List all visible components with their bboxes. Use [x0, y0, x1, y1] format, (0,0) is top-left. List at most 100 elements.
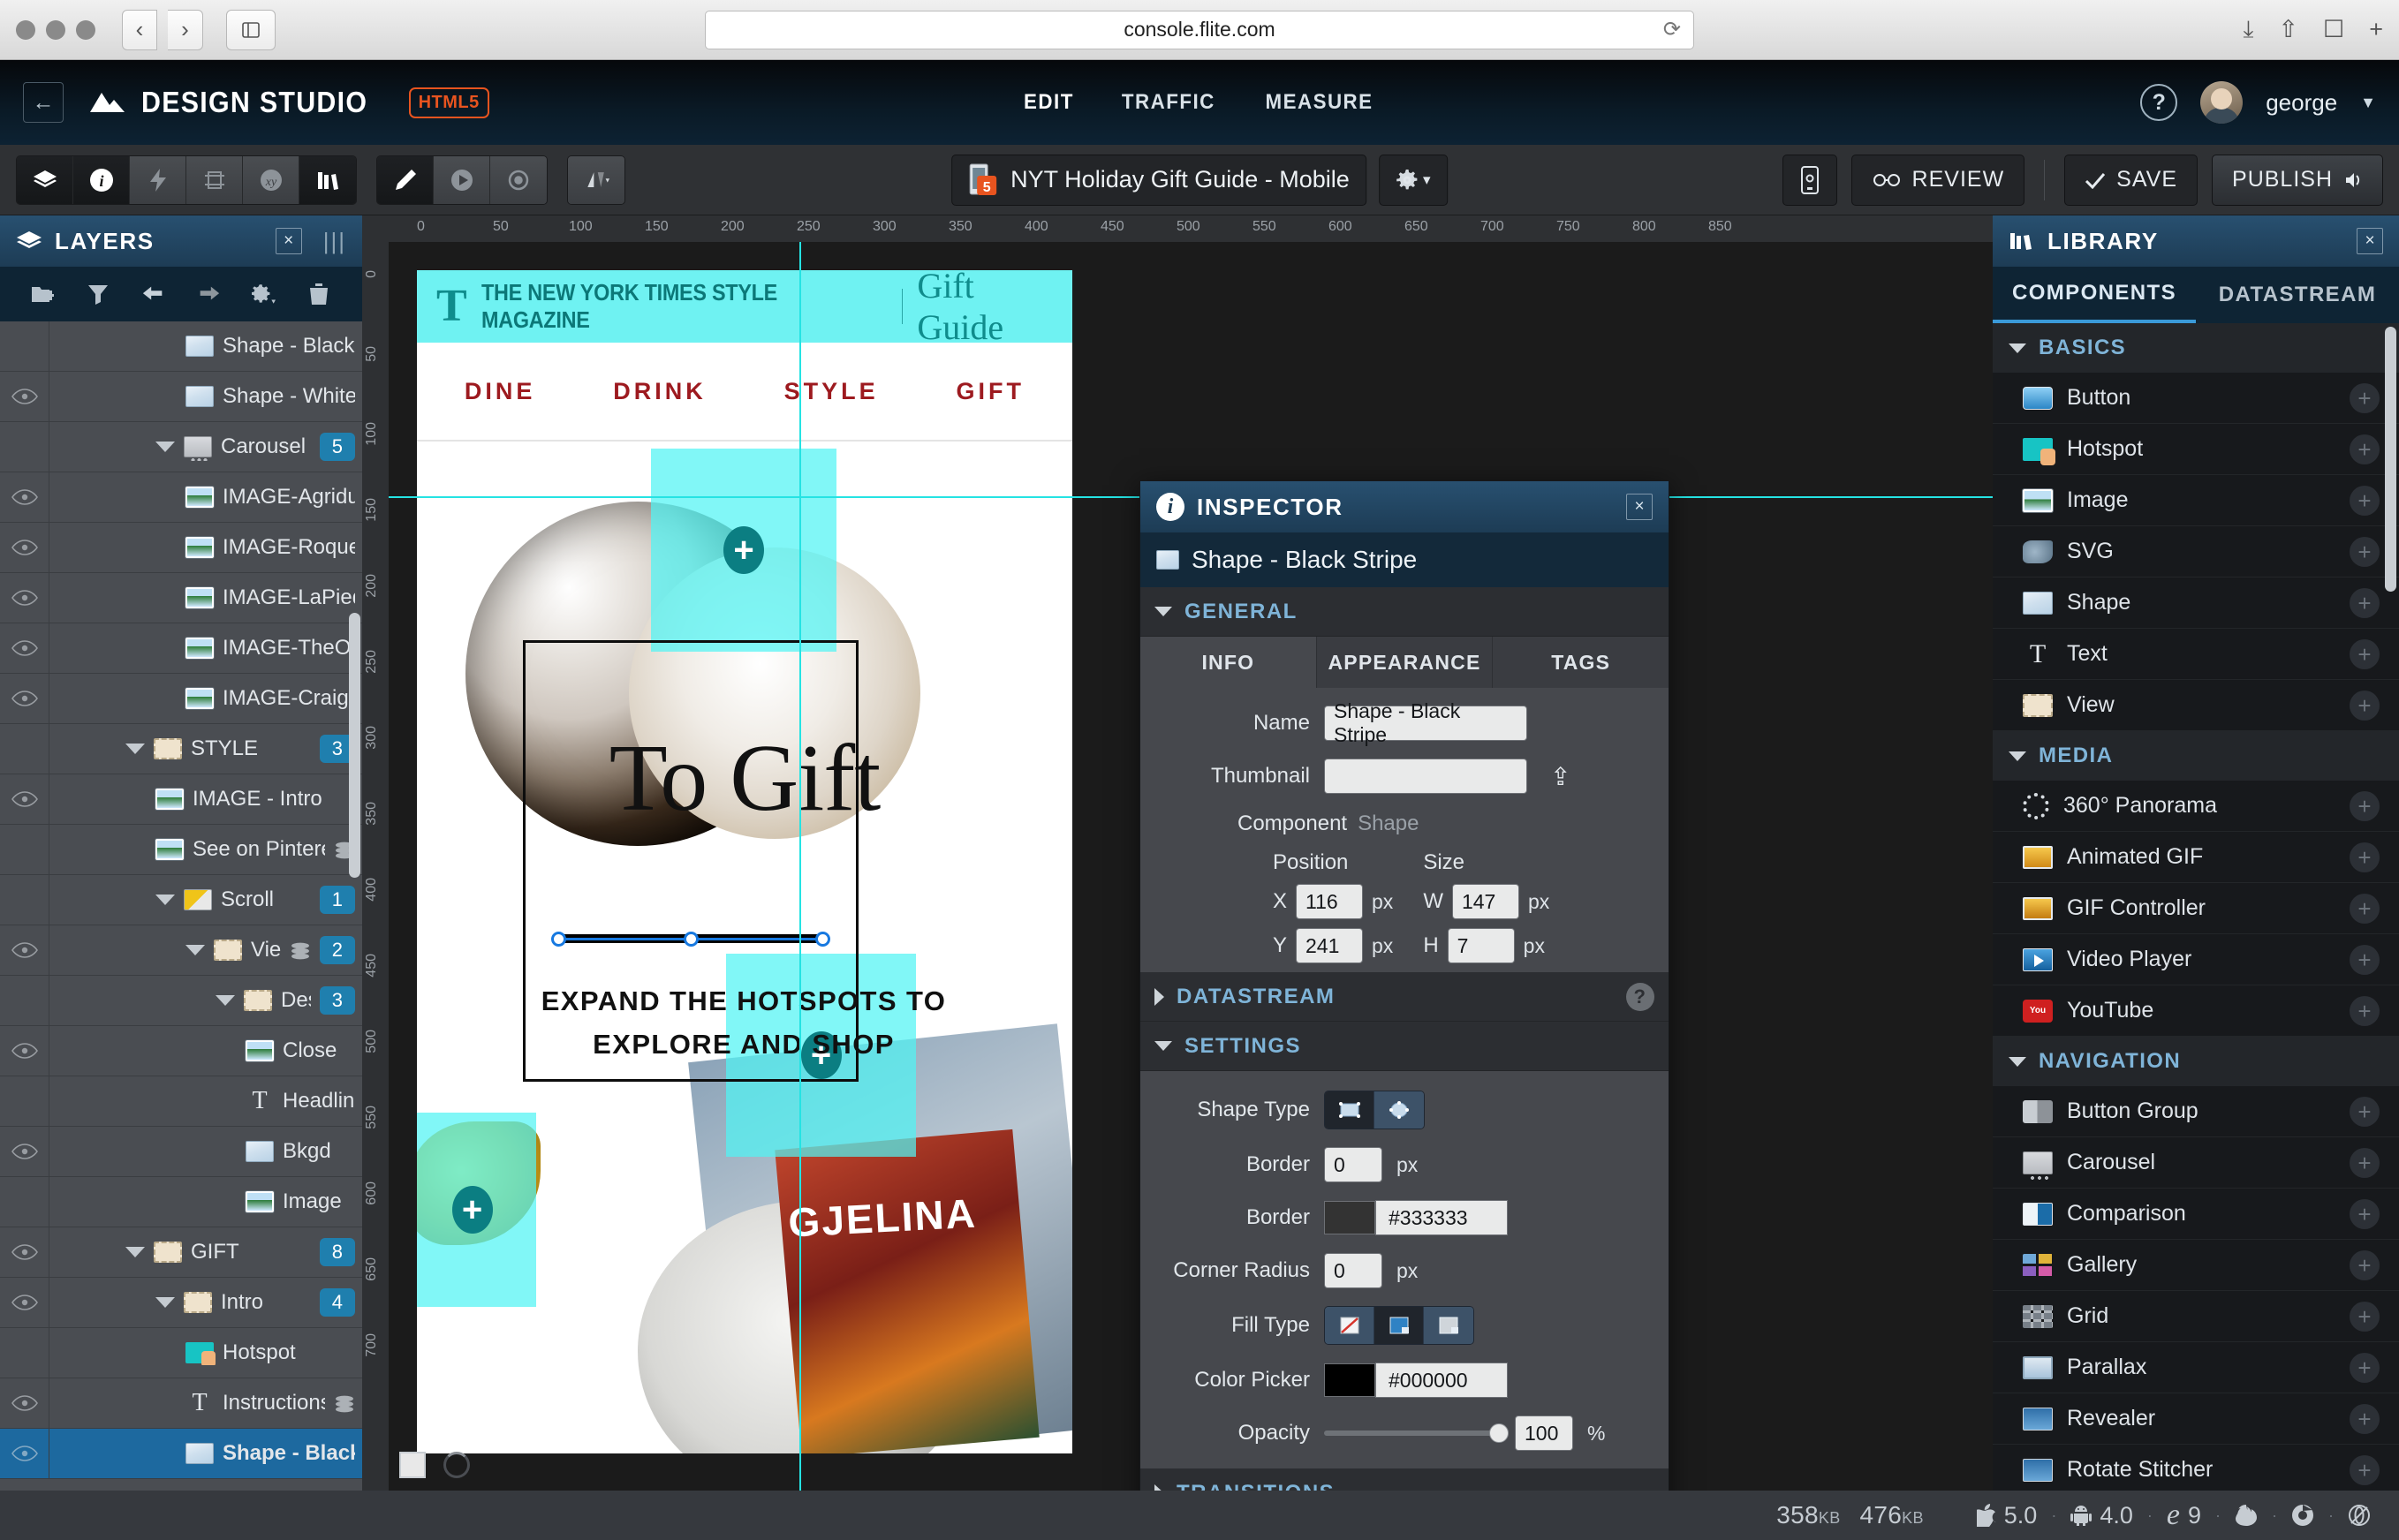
layer-visibility-toggle[interactable]: [0, 1429, 49, 1478]
layer-visibility-toggle[interactable]: [0, 925, 49, 975]
opacity-slider-knob[interactable]: [1489, 1423, 1509, 1443]
add-component-button[interactable]: +: [2350, 485, 2380, 516]
library-item[interactable]: Image +: [1993, 475, 2399, 526]
artboard-nav-style[interactable]: STYLE: [784, 378, 879, 405]
layer-visibility-toggle[interactable]: [0, 372, 49, 421]
library-item[interactable]: GIF Controller +: [1993, 883, 2399, 934]
library-item[interactable]: Video Player +: [1993, 934, 2399, 985]
tabs-icon[interactable]: ☐: [2323, 16, 2344, 43]
inspector-general-section[interactable]: GENERAL: [1140, 587, 1669, 637]
inspector-datastream-section[interactable]: DATASTREAM ?: [1140, 972, 1669, 1022]
library-item[interactable]: Animated GIF +: [1993, 832, 2399, 883]
avatar[interactable]: [2200, 81, 2244, 124]
layer-visibility-toggle[interactable]: [0, 573, 49, 623]
sidebar-toggle-icon[interactable]: [226, 9, 276, 50]
save-button[interactable]: SAVE: [2064, 154, 2198, 206]
artboard-nav-gift[interactable]: GIFT: [957, 378, 1025, 405]
add-component-button[interactable]: +: [2350, 382, 2380, 413]
layer-visibility-toggle[interactable]: [0, 825, 49, 874]
nav-traffic[interactable]: TRAFFIC: [1122, 90, 1215, 115]
inspector-close-icon[interactable]: ×: [1626, 494, 1653, 520]
layer-visibility-toggle[interactable]: [0, 422, 49, 472]
handle-right[interactable]: [815, 932, 830, 947]
fill-type-segmented[interactable]: [1324, 1306, 1474, 1345]
shape-type-rectangle-option[interactable]: [1325, 1091, 1374, 1129]
add-component-button[interactable]: +: [2350, 790, 2380, 821]
add-component-button[interactable]: +: [2350, 1198, 2380, 1229]
back-chevron-icon[interactable]: ‹: [122, 9, 157, 50]
w-input[interactable]: 147: [1451, 884, 1519, 919]
tab-info[interactable]: INFO: [1140, 637, 1317, 688]
layer-row[interactable]: Hotspot: [0, 1328, 362, 1378]
preview-tool-button[interactable]: [490, 155, 547, 204]
eye-icon[interactable]: [11, 691, 38, 706]
add-component-button[interactable]: +: [2350, 944, 2380, 975]
layer-visibility-toggle[interactable]: [0, 1378, 49, 1428]
document-title-box[interactable]: 5 NYT Holiday Gift Guide - Mobile: [951, 154, 1366, 206]
layer-visibility-toggle[interactable]: [0, 1278, 49, 1327]
opacity-slider[interactable]: [1324, 1423, 1509, 1443]
maximize-window-button[interactable]: [76, 19, 95, 40]
eye-icon[interactable]: [11, 1446, 38, 1461]
selection-handles[interactable]: [551, 924, 830, 954]
library-close-icon[interactable]: ×: [2357, 228, 2383, 254]
hotspot-bottom-left[interactable]: +: [417, 1113, 536, 1307]
hotspot-plus-icon[interactable]: +: [723, 526, 764, 574]
layer-visibility-toggle[interactable]: [0, 1076, 49, 1126]
layer-row[interactable]: GIFT 8: [0, 1227, 362, 1278]
add-component-button[interactable]: +: [2350, 1096, 2380, 1127]
name-input[interactable]: Shape - Black Stripe: [1324, 699, 1527, 746]
tab-appearance[interactable]: APPEARANCE: [1317, 637, 1494, 688]
layers-tool-button[interactable]: [17, 155, 73, 204]
layer-row[interactable]: See on Pinterest: [0, 825, 362, 875]
download-icon[interactable]: ⤓: [2243, 16, 2253, 44]
layer-row[interactable]: Bkgd: [0, 1127, 362, 1177]
layer-row[interactable]: View 2: [0, 925, 362, 976]
inspector-tabs[interactable]: INFO APPEARANCE TAGS: [1140, 637, 1669, 688]
layer-row[interactable]: Shape - White: [0, 372, 362, 422]
add-component-button[interactable]: +: [2350, 1454, 2380, 1485]
eye-icon[interactable]: [11, 389, 38, 404]
artboard-nav[interactable]: DINE DRINK STYLE GIFT: [417, 343, 1072, 442]
layer-visibility-toggle[interactable]: [0, 523, 49, 572]
layer-row[interactable]: Shape - Black Stripe: [0, 321, 362, 372]
nav-measure[interactable]: MEASURE: [1265, 90, 1373, 115]
address-bar[interactable]: console.flite.com ⟳: [705, 10, 1694, 49]
layer-expand-caret-icon[interactable]: [155, 1297, 175, 1308]
library-item[interactable]: Rotate Stitcher +: [1993, 1445, 2399, 1491]
eye-icon[interactable]: [11, 1144, 38, 1159]
layer-row[interactable]: T Headline: [0, 1076, 362, 1127]
add-component-button[interactable]: +: [2350, 995, 2380, 1026]
library-item[interactable]: SVG +: [1993, 526, 2399, 578]
add-component-button[interactable]: +: [2350, 842, 2380, 872]
library-tool-button[interactable]: [299, 155, 356, 204]
library-group-header[interactable]: MEDIA: [1993, 731, 2399, 781]
layer-visibility-toggle[interactable]: [0, 674, 49, 723]
opacity-input[interactable]: 100: [1515, 1415, 1573, 1451]
add-component-button[interactable]: +: [2350, 1352, 2380, 1383]
library-list[interactable]: BASICS Button + Hotspot + Image + SVG + Shape + T Te…: [1993, 323, 2399, 1491]
eye-icon[interactable]: [11, 1295, 38, 1310]
layer-row[interactable]: STYLE 3: [0, 724, 362, 774]
layers-list[interactable]: Shape - Black Stripe Shape - White Carouse…: [0, 321, 362, 1491]
handle-center[interactable]: [684, 932, 699, 947]
layer-expand-caret-icon[interactable]: [216, 995, 235, 1006]
layer-row[interactable]: IMAGE-LaPiedra: [0, 573, 362, 623]
add-component-button[interactable]: +: [2350, 587, 2380, 618]
forward-chevron-icon[interactable]: ›: [168, 9, 203, 50]
y-input[interactable]: 241: [1296, 928, 1364, 963]
layer-visibility-toggle[interactable]: [0, 875, 49, 925]
library-item[interactable]: Shape +: [1993, 578, 2399, 629]
eye-icon[interactable]: [11, 540, 38, 555]
layer-row[interactable]: Desc 3: [0, 976, 362, 1026]
add-component-button[interactable]: +: [2350, 434, 2380, 464]
layer-row[interactable]: Image: [0, 1177, 362, 1227]
library-item[interactable]: Carousel +: [1993, 1137, 2399, 1189]
layer-expand-caret-icon[interactable]: [155, 442, 175, 452]
handle-left[interactable]: [551, 932, 566, 947]
layer-row[interactable]: IMAGE-Agriduler: [0, 472, 362, 523]
eye-icon[interactable]: [11, 590, 38, 606]
layer-row[interactable]: IMAGE-Roquefort: [0, 523, 362, 573]
play-tool-button[interactable]: [434, 155, 490, 204]
actions-tool-button[interactable]: [130, 155, 186, 204]
